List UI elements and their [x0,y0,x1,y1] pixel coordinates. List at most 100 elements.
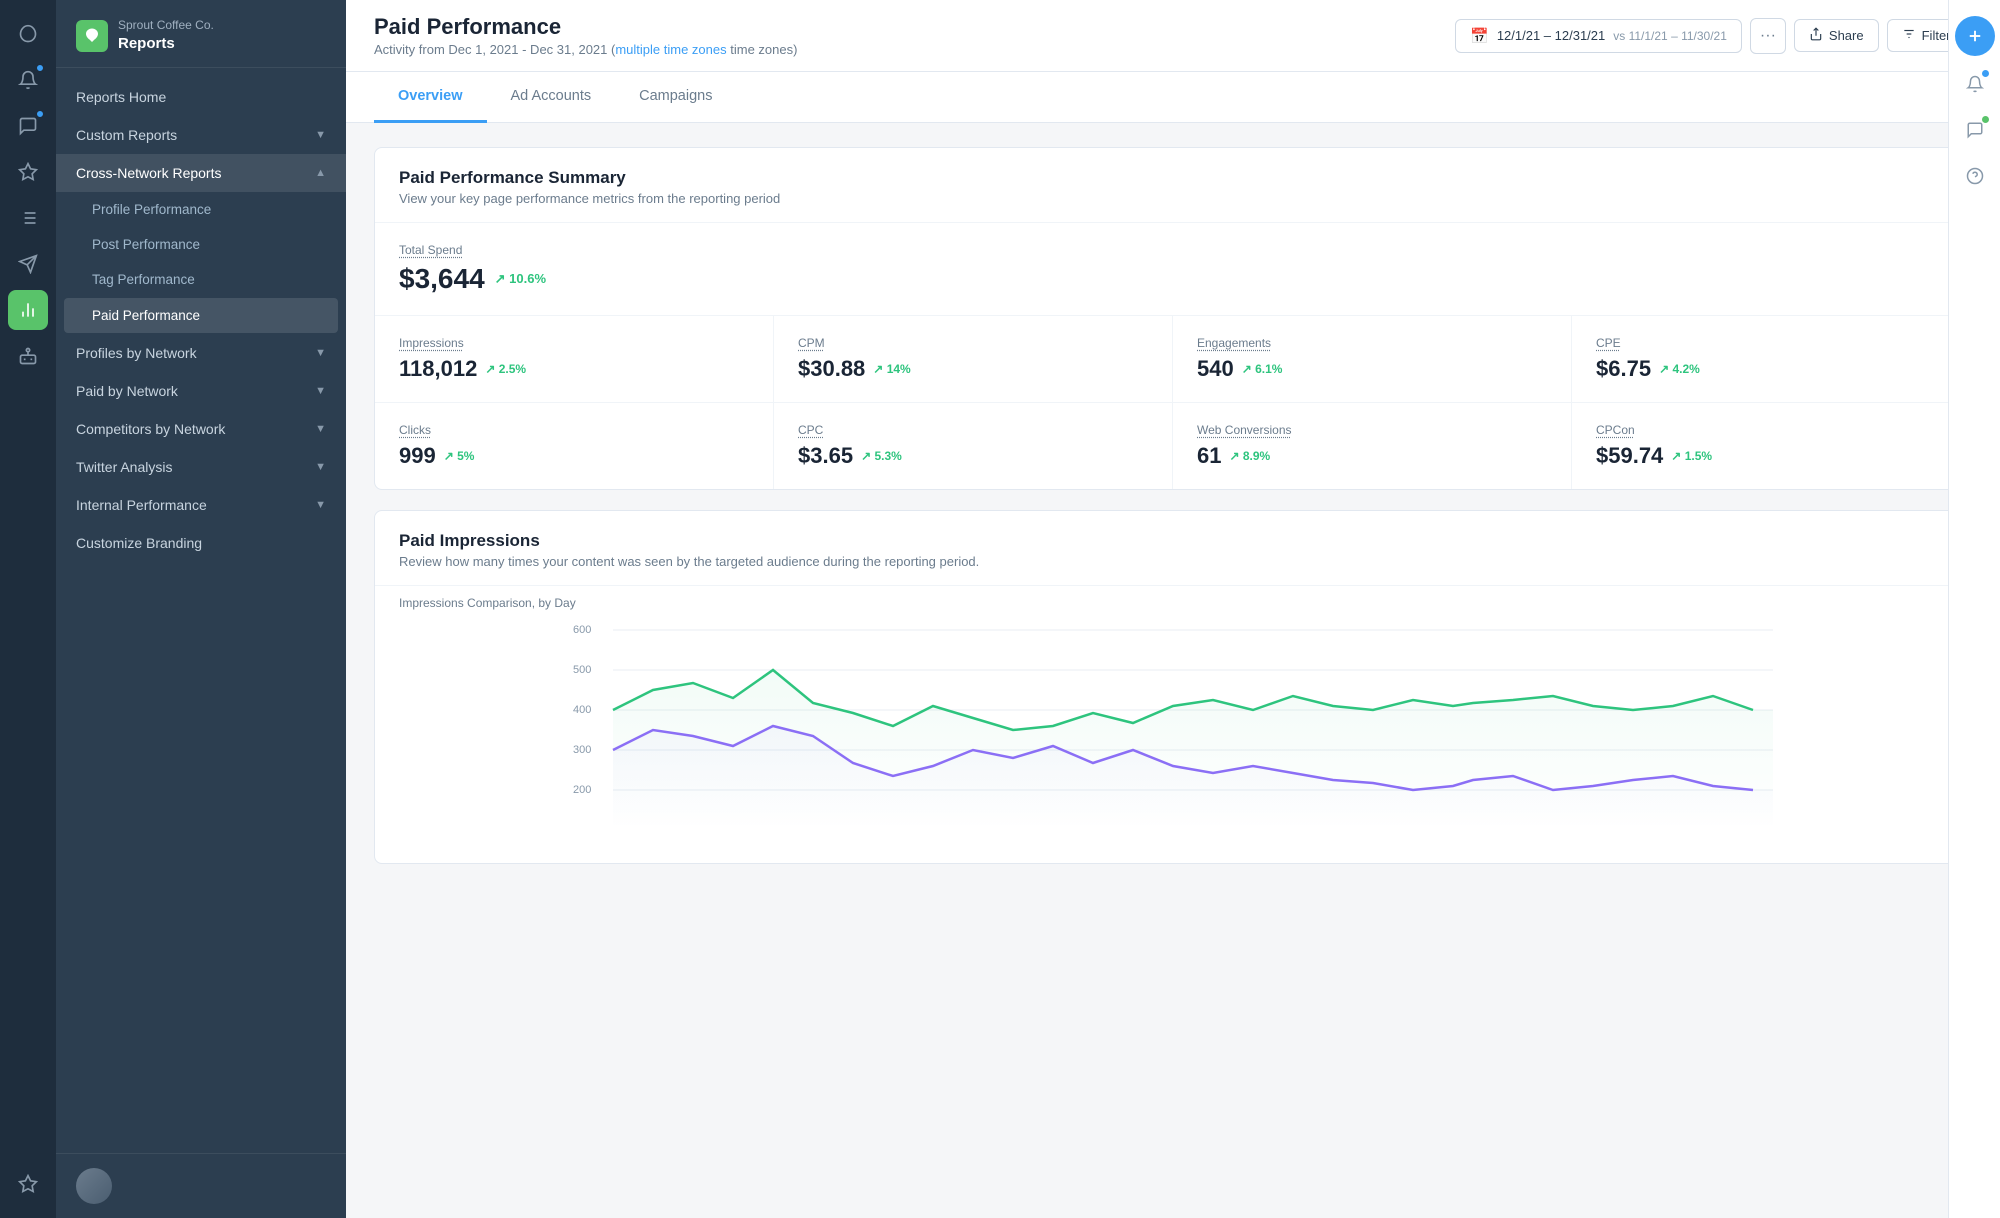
pin-nav-icon[interactable] [8,152,48,192]
engagements-amount: 540 [1197,356,1234,382]
brand-text: Sprout Coffee Co. Reports [118,18,214,53]
cpc-value: $3.65 5.3% [798,443,1148,469]
web-conv-change: 8.9% [1229,449,1270,463]
right-chat-icon[interactable] [1957,112,1993,148]
vs-range-text: vs 11/1/21 – 11/30/21 [1613,29,1727,43]
right-help-icon[interactable] [1957,158,1993,194]
sidebar-item-customize-branding[interactable]: Customize Branding [56,524,346,562]
bell-nav-icon[interactable] [8,60,48,100]
internal-perf-chevron: ▼ [315,499,326,511]
tab-ad-accounts[interactable]: Ad Accounts [487,72,616,123]
cross-network-chevron: ▲ [315,167,326,179]
metric-cpc: CPC $3.65 5.3% [774,403,1173,489]
sidebar-sub-paid-performance[interactable]: Paid Performance [64,298,338,333]
impressions-change: 2.5% [485,362,526,376]
compose-button[interactable] [1955,16,1995,56]
web-conv-value: 61 8.9% [1197,443,1547,469]
send-nav-icon[interactable] [8,244,48,284]
brand-app: Reports [118,34,214,54]
impressions-label: Impressions [399,336,749,350]
tab-ad-accounts-label: Ad Accounts [511,88,592,104]
impressions-chart-svg: 600 500 400 300 200 [399,618,1947,838]
y-label-200: 200 [573,784,591,796]
cpe-label: CPE [1596,336,1946,350]
total-spend-label: Total Spend [399,243,1947,257]
brand-company: Sprout Coffee Co. [118,18,214,32]
metric-cpm: CPM $30.88 14% [774,316,1173,403]
header-right: 📅 12/1/21 – 12/31/21 vs 11/1/21 – 11/30/… [1455,18,1972,54]
sidebar-sub-profile-performance[interactable]: Profile Performance [56,192,346,227]
timezone-link[interactable]: multiple time zones [615,42,726,57]
sidebar: Sprout Coffee Co. Reports Reports Home C… [56,0,346,1218]
metric-engagements: Engagements 540 6.1% [1173,316,1572,403]
main-content: Paid Performance Activity from Dec 1, 20… [346,0,2000,1218]
twitter-analysis-label: Twitter Analysis [76,459,172,475]
sidebar-item-twitter-analysis[interactable]: Twitter Analysis ▼ [56,448,346,486]
star-nav-icon[interactable] [8,1164,48,1204]
sidebar-item-cross-network[interactable]: Cross-Network Reports ▲ [56,154,346,192]
y-label-500: 500 [573,664,591,676]
cpcon-label: CPCon [1596,423,1947,437]
impressions-card-title: Paid Impressions [399,531,1947,551]
bell-badge [36,64,44,72]
sidebar-sub-post-performance[interactable]: Post Performance [56,227,346,262]
share-button[interactable]: Share [1794,19,1879,52]
avatar[interactable] [76,1168,112,1204]
sidebar-item-competitors-by-network[interactable]: Competitors by Network ▼ [56,410,346,448]
cpcon-change: 1.5% [1671,449,1712,463]
paid-by-network-label: Paid by Network [76,383,178,399]
robot-nav-icon[interactable] [8,336,48,376]
chat-badge [36,110,44,118]
cpc-amount: $3.65 [798,443,853,469]
customize-branding-label: Customize Branding [76,535,202,551]
web-conv-label: Web Conversions [1197,423,1547,437]
profile-performance-label: Profile Performance [92,202,211,217]
tag-performance-label: Tag Performance [92,272,195,287]
twitter-chevron: ▼ [315,461,326,473]
competitors-label: Competitors by Network [76,421,225,437]
reports-home-label: Reports Home [76,89,166,105]
sidebar-item-paid-by-network[interactable]: Paid by Network ▼ [56,372,346,410]
more-options-button[interactable]: ··· [1750,18,1786,54]
clicks-label: Clicks [399,423,749,437]
list-nav-icon[interactable] [8,198,48,238]
date-range-button[interactable]: 📅 12/1/21 – 12/31/21 vs 11/1/21 – 11/30/… [1455,19,1742,53]
y-label-400: 400 [573,704,591,716]
cpcon-value: $59.74 1.5% [1596,443,1947,469]
custom-reports-chevron: ▼ [315,129,326,141]
header-left: Paid Performance Activity from Dec 1, 20… [374,14,797,57]
impressions-amount: 118,012 [399,356,477,382]
competitors-chevron: ▼ [315,423,326,435]
sidebar-item-profiles-by-network[interactable]: Profiles by Network ▼ [56,334,346,372]
sidebar-footer [56,1153,346,1218]
content-area: Overview Ad Accounts Campaigns Paid Perf… [346,72,2000,1218]
right-bell-icon[interactable] [1957,66,1993,102]
cpm-label: CPM [798,336,1148,350]
total-spend-value: $3,644 10.6% [399,263,1947,295]
chart-area: Impressions Comparison, by Day [375,586,1971,863]
date-range-text: 12/1/21 – 12/31/21 [1497,28,1605,43]
sidebar-item-internal-performance[interactable]: Internal Performance ▼ [56,486,346,524]
metric-cpcon: CPCon $59.74 1.5% [1572,403,1971,489]
chart-label: Impressions Comparison, by Day [399,596,1947,610]
sidebar-nav: Reports Home Custom Reports ▼ Cross-Netw… [56,68,346,1153]
sidebar-sub-tag-performance[interactable]: Tag Performance [56,262,346,297]
calendar-icon: 📅 [1470,27,1489,45]
metric-cpe: CPE $6.75 4.2% [1572,316,1971,403]
sidebar-item-custom-reports[interactable]: Custom Reports ▼ [56,116,346,154]
leaf-nav-icon[interactable] [8,14,48,54]
tab-overview-label: Overview [398,88,463,104]
chat-nav-icon[interactable] [8,106,48,146]
y-label-600: 600 [573,624,591,636]
tab-campaigns[interactable]: Campaigns [615,72,736,123]
cpm-amount: $30.88 [798,356,865,382]
tab-overview[interactable]: Overview [374,72,487,123]
impressions-card-header: Paid Impressions Review how many times y… [375,511,1971,586]
cpm-change: 14% [873,362,910,376]
total-spend-change: 10.6% [495,271,546,287]
sidebar-item-reports-home[interactable]: Reports Home [56,78,346,116]
paid-impressions-card: Paid Impressions Review how many times y… [374,510,1972,864]
metric-clicks: Clicks 999 5% [375,403,774,489]
chart-nav-icon[interactable] [8,290,48,330]
page-subtitle: Activity from Dec 1, 2021 - Dec 31, 2021… [374,42,797,57]
